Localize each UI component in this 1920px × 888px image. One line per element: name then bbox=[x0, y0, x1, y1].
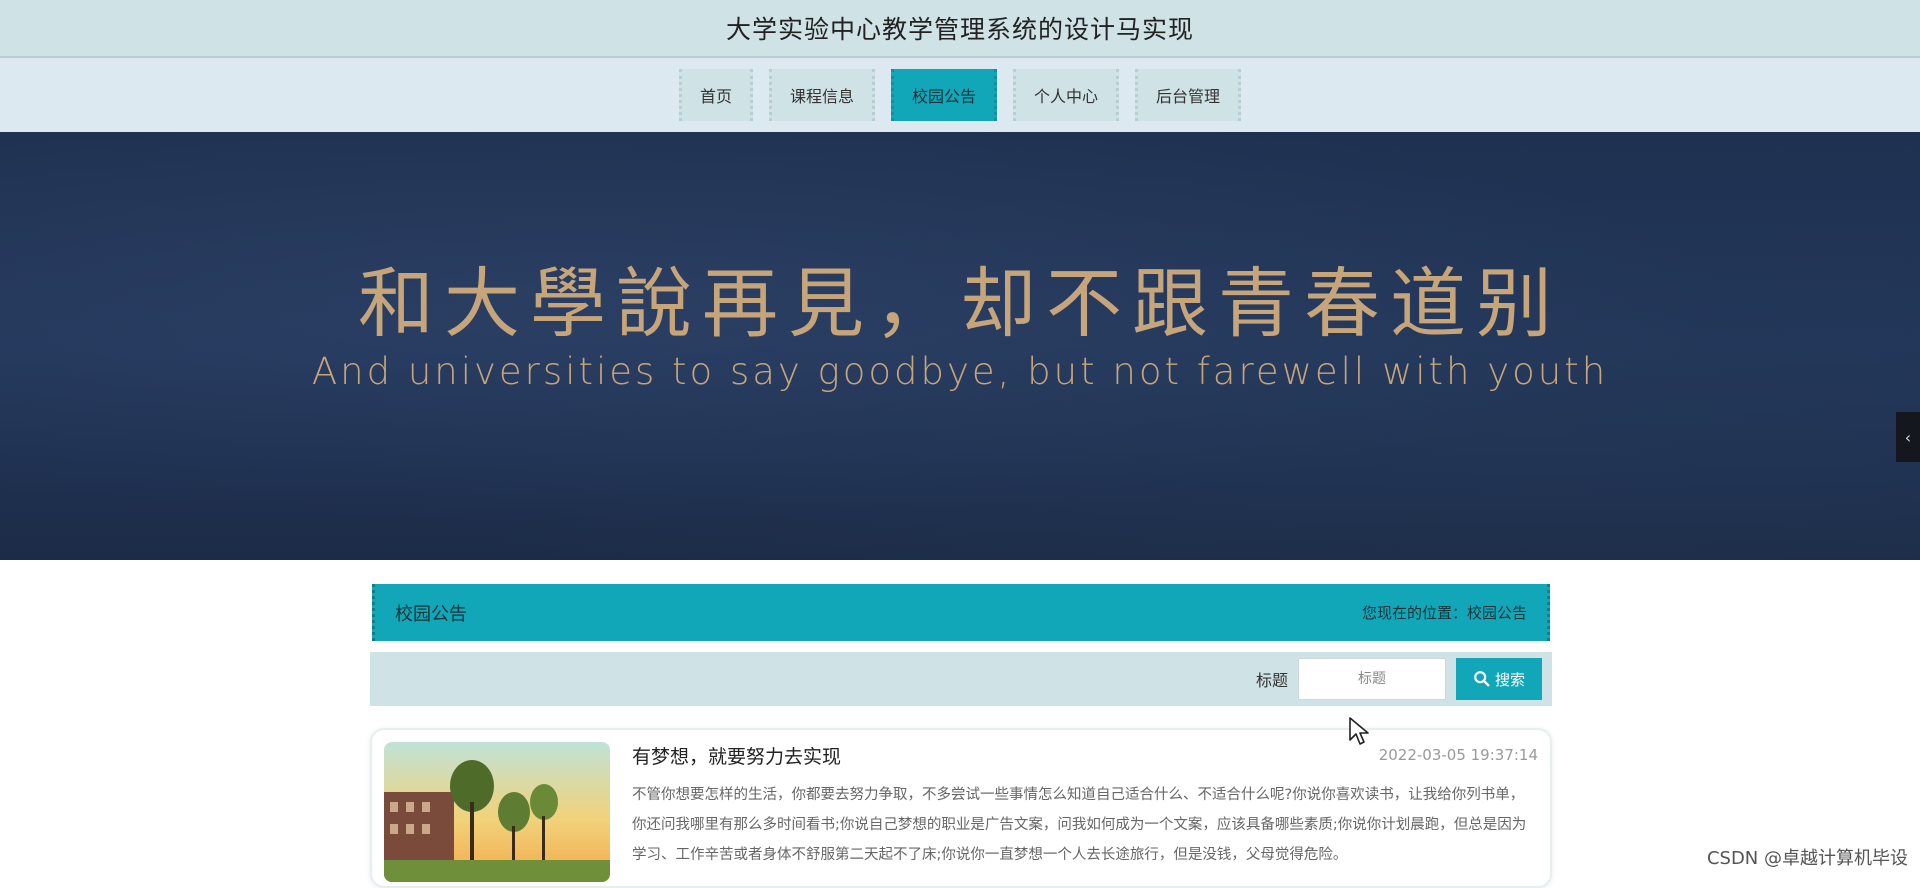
nav-item-admin[interactable]: 后台管理 bbox=[1135, 69, 1242, 121]
search-label: 标题 bbox=[1255, 671, 1288, 690]
search-title-input[interactable] bbox=[1298, 658, 1446, 700]
section-title: 校园公告 bbox=[395, 603, 467, 625]
watermark: CSDN @卓越计算机毕设 bbox=[1706, 844, 1908, 870]
banner-headline-zh: 和大學說再見，却不跟青春道别 bbox=[358, 259, 1562, 348]
notice-time: 2022-03-05 19:37:14 bbox=[1378, 746, 1538, 764]
notice-thumbnail[interactable] bbox=[384, 742, 610, 882]
site-title: 大学实验中心教学管理系统的设计马实现 bbox=[725, 15, 1194, 44]
search-button-label: 搜索 bbox=[1494, 670, 1525, 689]
notice-title[interactable]: 有梦想，就要努力去实现 bbox=[632, 742, 841, 769]
nav-bar: 首页 课程信息 校园公告 个人中心 后台管理 bbox=[0, 58, 1920, 132]
nav-item-notices[interactable]: 校园公告 bbox=[890, 69, 997, 121]
breadcrumb: 您现在的位置：校园公告 bbox=[1361, 604, 1527, 622]
notice-card[interactable]: 有梦想，就要努力去实现 2022-03-05 19:37:14 不管你想要怎样的… bbox=[370, 728, 1552, 888]
banner-headline-en: And universities to say goodbye, but not… bbox=[311, 350, 1609, 393]
section-header: 校园公告 您现在的位置：校园公告 bbox=[372, 584, 1550, 641]
hero-banner: 和大學說再見，却不跟青春道别 And universities to say g… bbox=[0, 132, 1920, 560]
nav-item-profile[interactable]: 个人中心 bbox=[1013, 69, 1120, 121]
nav-item-courses[interactable]: 课程信息 bbox=[768, 69, 875, 121]
search-bar: 标题 搜索 bbox=[370, 652, 1552, 706]
search-button[interactable]: 搜索 bbox=[1456, 658, 1542, 700]
sidebar-toggle-button[interactable]: ‹ bbox=[1896, 412, 1920, 462]
nav-item-home[interactable]: 首页 bbox=[678, 69, 753, 121]
search-icon bbox=[1474, 671, 1490, 687]
chevron-left-icon: ‹ bbox=[1904, 427, 1912, 447]
mouse-cursor-icon bbox=[1349, 717, 1369, 745]
notice-summary: 不管你想要怎样的生活，你都要去努力争取，不多尝试一些事情怎么知道自己适合什么、不… bbox=[632, 787, 1527, 863]
site-header: 大学实验中心教学管理系统的设计马实现 bbox=[0, 0, 1920, 58]
campus-image bbox=[384, 742, 610, 882]
